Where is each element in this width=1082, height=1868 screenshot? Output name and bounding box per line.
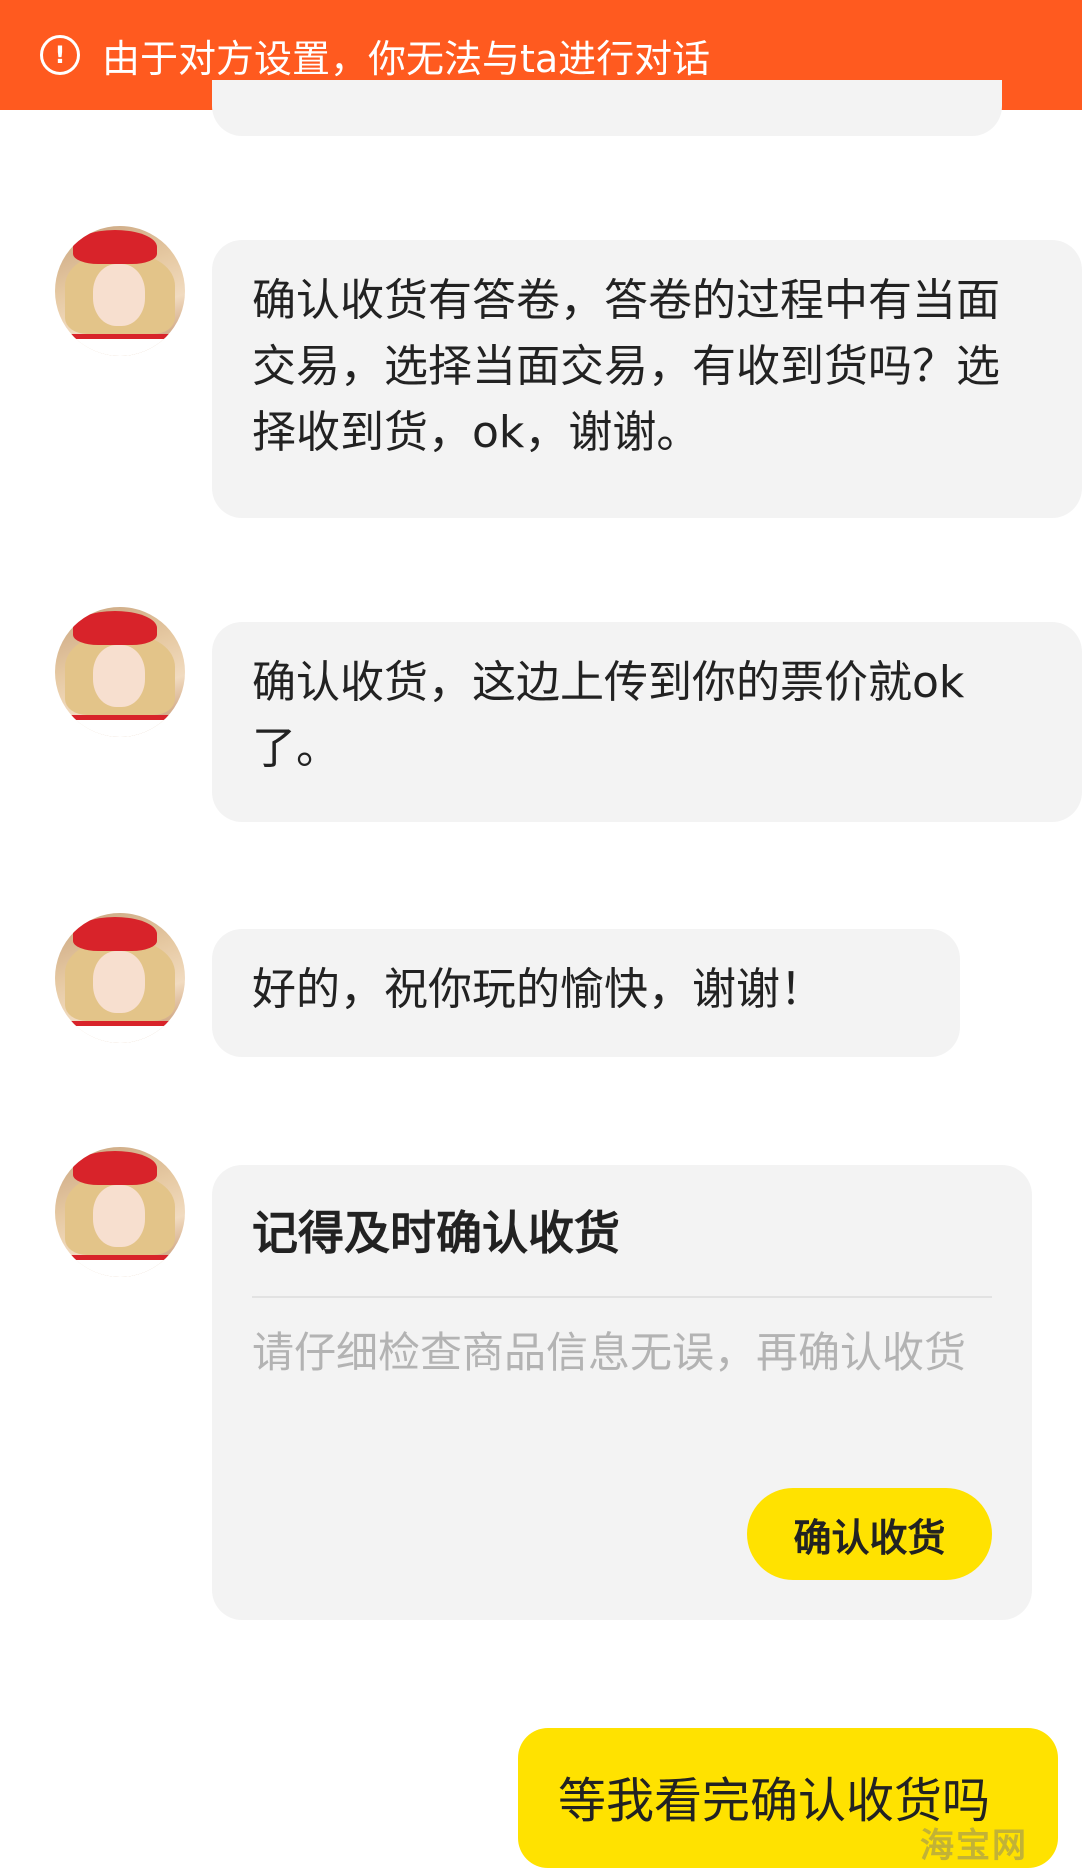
restriction-banner-text: 由于对方设置，你无法与ta进行对话	[102, 36, 711, 81]
card-body-text: 请仔细检查商品信息无误，再确认收货	[252, 1328, 967, 1377]
seller-avatar[interactable]	[55, 913, 185, 1043]
message-text: 确认收货有答卷，答卷的过程中有当面交易，选择当面交易，有收到货吗？选择收到货，o…	[252, 275, 1000, 458]
seller-avatar[interactable]	[55, 1147, 185, 1277]
confirm-receipt-card: 记得及时确认收货 请仔细检查商品信息无误，再确认收货 确认收货	[212, 1165, 1032, 1620]
watermark-logo: 海宝网	[920, 1826, 1028, 1866]
previous-message-bubble	[212, 80, 1002, 136]
seller-avatar[interactable]	[55, 226, 185, 356]
seller-avatar[interactable]	[55, 607, 185, 737]
card-title: 记得及时确认收货	[252, 1206, 620, 1260]
message-bubble: 好的，祝你玩的愉快，谢谢！	[212, 929, 960, 1057]
warning-circle-icon: !	[40, 35, 80, 75]
message-text: 好的，祝你玩的愉快，谢谢！	[252, 964, 824, 1015]
message-bubble: 确认收货有答卷，答卷的过程中有当面交易，选择当面交易，有收到货吗？选择收到货，o…	[212, 240, 1082, 518]
message-bubble: 确认收货，这边上传到你的票价就ok了。	[212, 622, 1082, 822]
card-divider	[252, 1296, 992, 1298]
message-text: 确认收货，这边上传到你的票价就ok了。	[252, 657, 965, 774]
confirm-receipt-button[interactable]: 确认收货	[747, 1488, 992, 1580]
